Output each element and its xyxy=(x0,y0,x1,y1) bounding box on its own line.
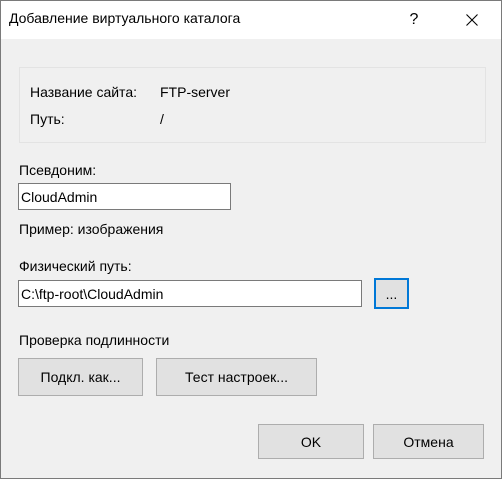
browse-button[interactable]: ... xyxy=(374,278,409,309)
alias-label: Псевдоним: xyxy=(19,162,97,178)
close-button[interactable] xyxy=(449,1,495,39)
cancel-button[interactable]: Отмена xyxy=(373,424,484,459)
path-value: / xyxy=(160,111,164,127)
physical-path-label: Физический путь: xyxy=(19,258,132,274)
physical-path-input[interactable] xyxy=(18,280,362,307)
authentication-heading: Проверка подлинности xyxy=(19,332,170,348)
help-button[interactable]: ? xyxy=(391,1,437,39)
alias-example-text: Пример: изображения xyxy=(19,221,164,237)
add-virtual-directory-dialog: Добавление виртуального каталога ? Назва… xyxy=(0,0,502,479)
help-icon: ? xyxy=(409,11,419,28)
connect-as-button[interactable]: Подкл. как... xyxy=(18,358,143,396)
title-bar: Добавление виртуального каталога ? xyxy=(1,1,501,39)
dialog-title: Добавление виртуального каталога xyxy=(9,10,241,26)
path-label: Путь: xyxy=(30,111,65,127)
site-name-value: FTP-server xyxy=(160,84,230,100)
close-icon xyxy=(466,14,478,26)
alias-input[interactable] xyxy=(18,183,231,210)
site-name-label: Название сайта: xyxy=(30,84,137,100)
ok-button[interactable]: OK xyxy=(258,424,364,459)
site-info-panel: Название сайта: FTP-server Путь: / xyxy=(19,67,486,143)
test-settings-button[interactable]: Тест настроек... xyxy=(156,358,317,396)
